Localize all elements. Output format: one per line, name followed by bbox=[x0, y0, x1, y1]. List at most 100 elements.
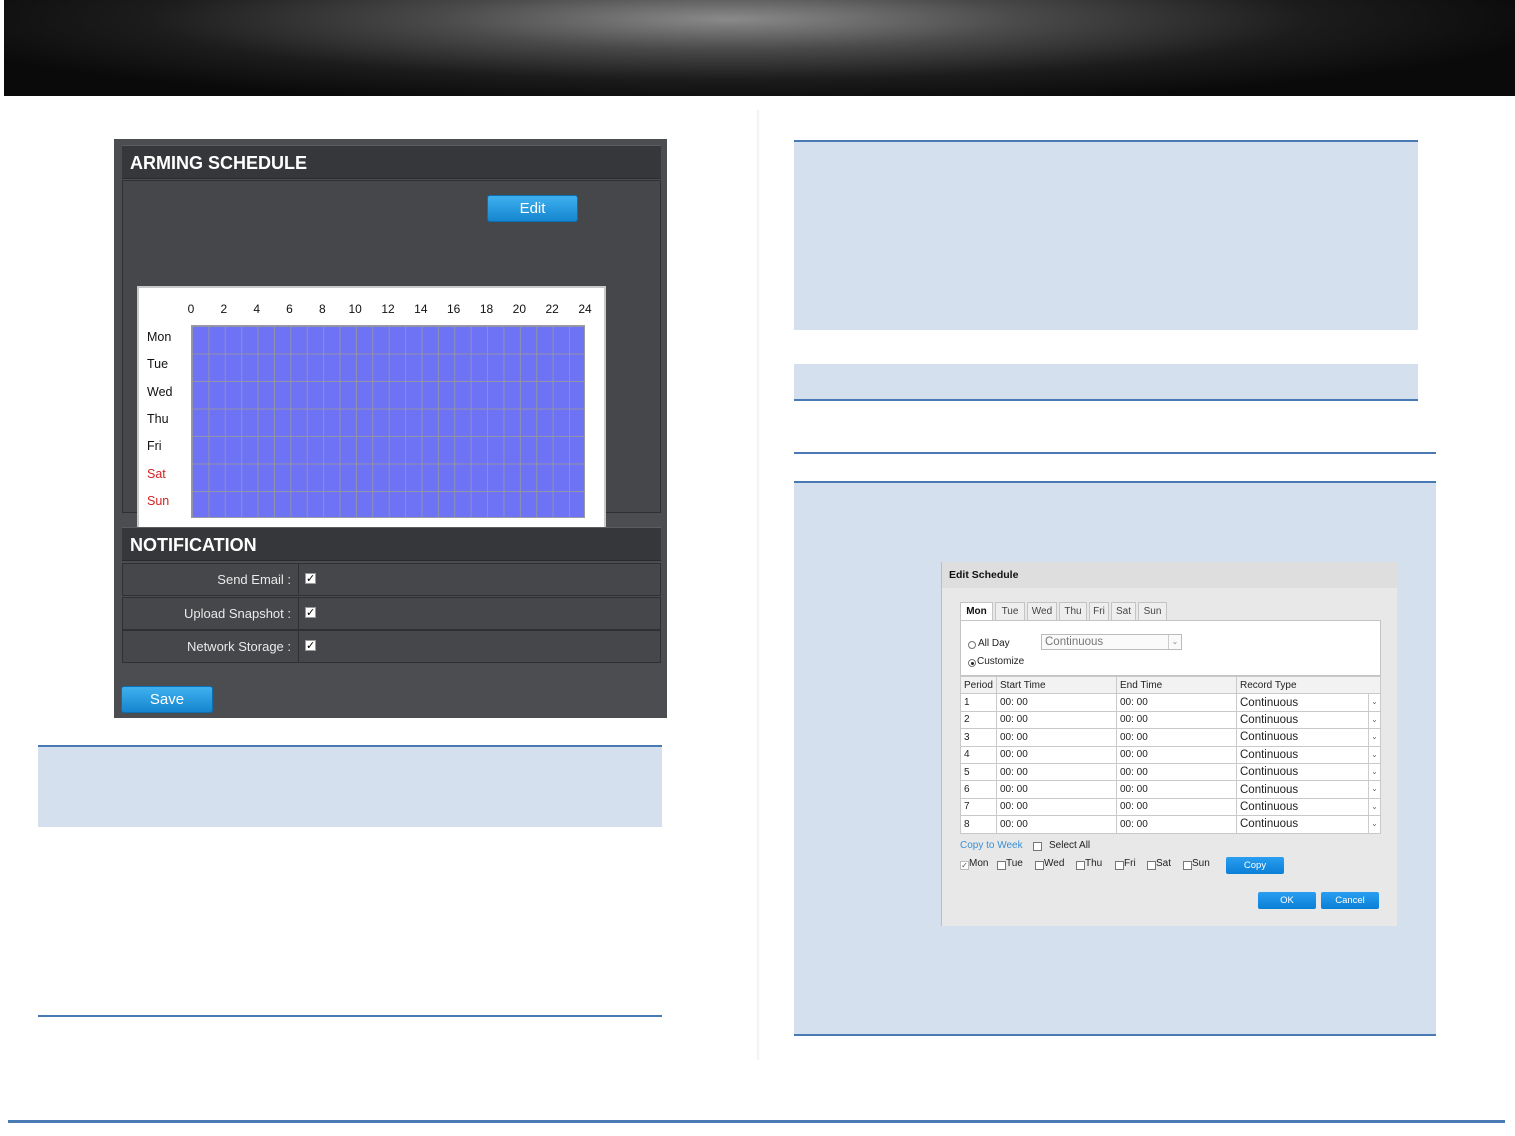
column-header: Record Type bbox=[1236, 675, 1381, 695]
divider-line bbox=[794, 452, 1436, 454]
record-type-select[interactable]: Continuous ⌄ bbox=[1236, 780, 1381, 799]
start-time-input[interactable]: 00: 00 bbox=[996, 797, 1117, 817]
schedule-grid[interactable] bbox=[191, 325, 585, 518]
all-day-record-type-select[interactable]: Continuous ⌄ bbox=[1041, 634, 1182, 650]
chevron-down-icon: ⌄ bbox=[1368, 729, 1380, 746]
notification-row: Upload Snapshot : ✓ bbox=[122, 596, 661, 630]
copy-day-checkbox[interactable] bbox=[1076, 861, 1085, 870]
customize-label: Customize bbox=[977, 656, 1025, 667]
notification-checkbox[interactable]: ✓ bbox=[305, 606, 316, 618]
copy-day-checkbox[interactable] bbox=[997, 861, 1006, 870]
hour-tick-label: 2 bbox=[220, 302, 228, 316]
hour-tick-label: 22 bbox=[545, 302, 559, 316]
tab-wed[interactable]: Wed bbox=[1027, 602, 1057, 620]
hour-tick-label: 4 bbox=[253, 302, 260, 316]
day-label: Tue bbox=[147, 357, 169, 372]
record-type-value: Continuous bbox=[1240, 766, 1299, 779]
end-time-input[interactable]: 00: 00 bbox=[1116, 710, 1237, 730]
record-type-select[interactable]: Continuous ⌄ bbox=[1236, 745, 1381, 764]
customize-radio[interactable] bbox=[968, 659, 976, 667]
note-box bbox=[794, 364, 1418, 401]
start-time-input[interactable]: 00: 00 bbox=[996, 762, 1117, 782]
tab-fri[interactable]: Fri bbox=[1089, 602, 1109, 620]
hour-tick-label: 12 bbox=[381, 302, 395, 316]
end-time-input[interactable]: 00: 00 bbox=[1116, 815, 1237, 834]
end-time-input[interactable]: 00: 00 bbox=[1116, 728, 1237, 747]
notification-label: Send Email : bbox=[123, 564, 299, 595]
notification-checkbox[interactable]: ✓ bbox=[305, 640, 316, 651]
copy-day-checkbox[interactable] bbox=[1147, 861, 1156, 870]
record-type-value: Continuous bbox=[1240, 800, 1299, 813]
copy-day-checkbox[interactable] bbox=[1035, 861, 1044, 870]
tab-thu[interactable]: Thu bbox=[1059, 602, 1087, 620]
save-button[interactable]: Save bbox=[121, 686, 213, 713]
period-cell: 7 bbox=[960, 797, 997, 817]
start-time-input[interactable]: 00: 00 bbox=[996, 815, 1117, 834]
record-type-select[interactable]: Continuous ⌄ bbox=[1236, 797, 1381, 817]
chevron-down-icon: ⌄ bbox=[1368, 763, 1380, 781]
period-cell: 2 bbox=[960, 710, 997, 730]
record-type-select[interactable]: Continuous ⌄ bbox=[1236, 728, 1381, 747]
start-time-input[interactable]: 00: 00 bbox=[996, 710, 1117, 730]
copy-day-checkbox[interactable] bbox=[1115, 861, 1124, 870]
notification-checkbox[interactable]: ✓ bbox=[305, 573, 316, 584]
camera-settings-panel: ARMING SCHEDULE Edit 0 2 4 6 8 10 12 14 16 18 20 22… bbox=[114, 139, 667, 718]
note-box bbox=[38, 745, 662, 827]
start-time-input[interactable]: 00: 00 bbox=[996, 728, 1117, 747]
table-row: 3 00: 00 00: 00 Continuous ⌄ bbox=[960, 728, 1381, 747]
edit-schedule-button[interactable]: Edit bbox=[487, 195, 578, 222]
start-time-input[interactable]: 00: 00 bbox=[996, 745, 1117, 764]
page-divider bbox=[756, 110, 760, 1060]
day-label: Sun bbox=[147, 493, 170, 508]
end-time-input[interactable]: 00: 00 bbox=[1116, 762, 1237, 782]
tab-mon[interactable]: Mon bbox=[960, 602, 993, 621]
header-banner bbox=[4, 0, 1515, 96]
end-time-input[interactable]: 00: 00 bbox=[1116, 745, 1237, 764]
copy-day-label: Sun bbox=[1192, 858, 1210, 869]
end-time-input[interactable]: 00: 00 bbox=[1116, 797, 1237, 817]
period-table: Period Start Time End Time Record Type 1… bbox=[960, 675, 1381, 834]
tab-sat[interactable]: Sat bbox=[1111, 602, 1136, 620]
table-row: 8 00: 00 00: 00 Continuous ⌄ bbox=[960, 815, 1381, 834]
notification-label: Network Storage : bbox=[123, 631, 299, 662]
hour-tick-label: 18 bbox=[479, 302, 494, 316]
hour-tick-label: 20 bbox=[512, 302, 527, 316]
record-type-select[interactable]: Continuous ⌄ bbox=[1236, 710, 1381, 730]
copy-button[interactable]: Copy bbox=[1226, 857, 1284, 874]
hour-tick-label: 14 bbox=[414, 302, 428, 316]
record-type-select[interactable]: Continuous ⌄ bbox=[1236, 815, 1381, 834]
all-day-radio[interactable] bbox=[968, 641, 976, 649]
start-time-input[interactable]: 00: 00 bbox=[996, 693, 1117, 712]
tab-sun[interactable]: Sun bbox=[1138, 602, 1167, 620]
chevron-down-icon: ⌄ bbox=[1368, 746, 1380, 763]
copy-day-checkbox[interactable]: ✓ bbox=[960, 861, 969, 870]
arming-schedule-title: ARMING SCHEDULE bbox=[122, 145, 661, 179]
select-value: Continuous bbox=[1045, 636, 1104, 648]
table-row: 7 00: 00 00: 00 Continuous ⌄ bbox=[960, 797, 1381, 817]
hour-tick-label: 0 bbox=[187, 302, 195, 316]
hour-tick-label: 24 bbox=[578, 302, 592, 316]
cancel-button[interactable]: Cancel bbox=[1321, 892, 1379, 909]
record-type-value: Continuous bbox=[1240, 748, 1299, 761]
copy-day-checkbox[interactable] bbox=[1183, 861, 1192, 870]
record-type-value: Continuous bbox=[1240, 818, 1299, 831]
chevron-down-icon: ⌄ bbox=[1368, 798, 1380, 816]
ok-button[interactable]: OK bbox=[1258, 892, 1316, 909]
start-time-input[interactable]: 00: 00 bbox=[996, 780, 1117, 799]
edit-schedule-dialog: Edit Schedule Mon Tue Wed Thu Fri Sat Sun All … bbox=[941, 562, 1397, 926]
day-label: Wed bbox=[147, 384, 173, 399]
footer-line bbox=[8, 1120, 1505, 1123]
end-time-input[interactable]: 00: 00 bbox=[1116, 693, 1237, 712]
notification-title: NOTIFICATION bbox=[122, 527, 661, 561]
tab-tue[interactable]: Tue bbox=[995, 602, 1025, 620]
select-all-checkbox[interactable] bbox=[1033, 842, 1042, 851]
copy-day-label: Thu bbox=[1085, 858, 1103, 869]
record-type-select[interactable]: Continuous ⌄ bbox=[1236, 762, 1381, 782]
hour-tick-label: 6 bbox=[286, 302, 293, 316]
chevron-down-icon: ⌄ bbox=[1168, 635, 1181, 649]
record-type-select[interactable]: Continuous ⌄ bbox=[1236, 693, 1381, 712]
end-time-input[interactable]: 00: 00 bbox=[1116, 780, 1237, 799]
period-cell: 1 bbox=[960, 693, 997, 712]
record-type-value: Continuous bbox=[1240, 696, 1299, 709]
record-type-value: Continuous bbox=[1240, 731, 1299, 744]
